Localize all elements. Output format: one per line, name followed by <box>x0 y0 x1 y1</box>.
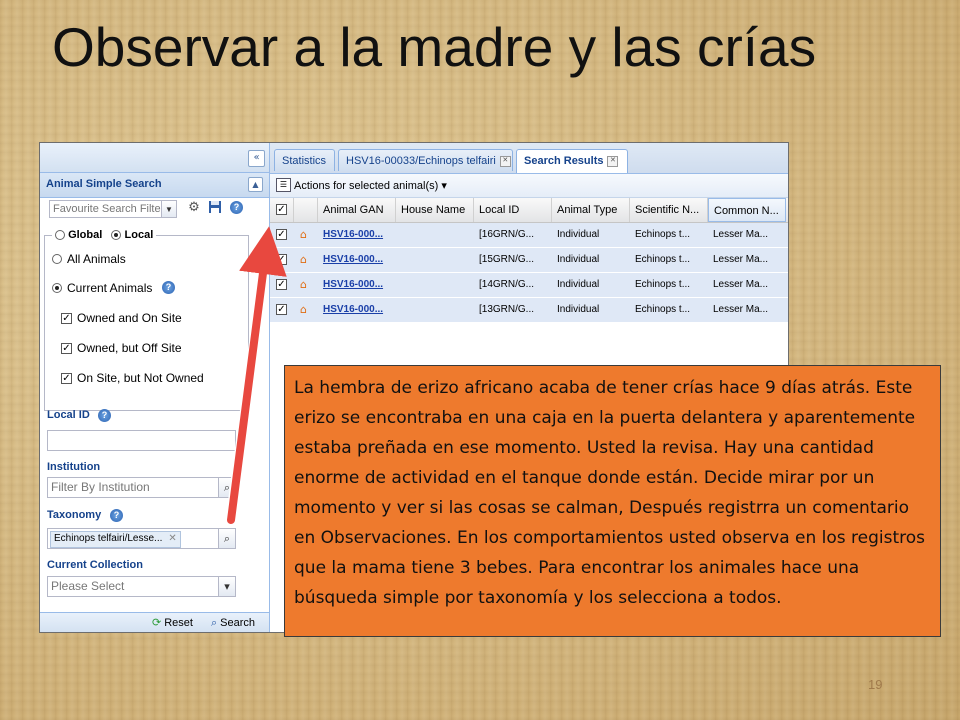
page-number: 19 <box>868 677 883 692</box>
instruction-callout: La hembra de erizo africano acaba de ten… <box>284 365 941 637</box>
